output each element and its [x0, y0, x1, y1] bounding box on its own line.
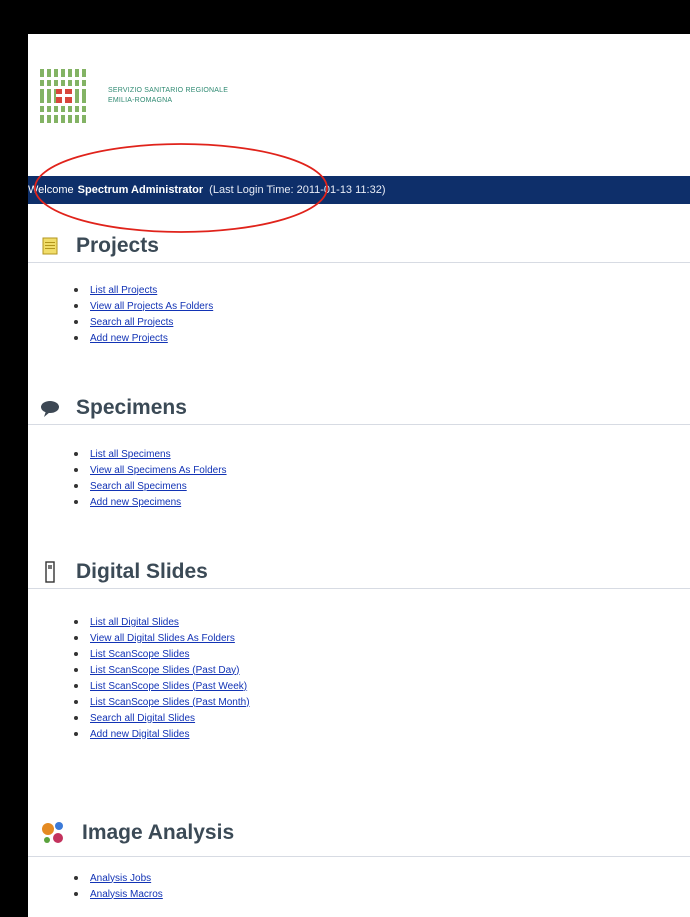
bullet-icon	[74, 484, 78, 488]
link-scanscope-past-month[interactable]: List ScanScope Slides (Past Month)	[90, 697, 250, 708]
list-item: List all Projects	[74, 282, 213, 298]
section-header: Image Analysis	[28, 810, 690, 857]
bullet-icon	[74, 732, 78, 736]
list-item: View all Projects As Folders	[74, 298, 213, 314]
section-title: Specimens	[76, 396, 187, 419]
logo-line-2: EMILIA-ROMAGNA	[108, 97, 173, 104]
bullet-icon	[74, 716, 78, 720]
section-title: Digital Slides	[76, 560, 208, 583]
list-item: Analysis Jobs	[74, 870, 163, 886]
bullet-icon	[74, 892, 78, 896]
link-view-specimens-folders[interactable]: View all Specimens As Folders	[90, 465, 227, 476]
section-projects: Projects List all Projects View all Proj…	[28, 230, 690, 344]
bullet-icon	[74, 684, 78, 688]
list-item: View all Specimens As Folders	[74, 462, 227, 478]
bullet-icon	[74, 320, 78, 324]
link-list: List all Projects View all Projects As F…	[74, 282, 213, 346]
link-analysis-jobs[interactable]: Analysis Jobs	[90, 873, 151, 884]
bullet-icon	[74, 700, 78, 704]
slide-icon	[38, 560, 62, 584]
list-item: Add new Digital Slides	[74, 726, 250, 742]
molecule-icon	[38, 818, 68, 848]
link-add-specimens[interactable]: Add new Specimens	[90, 497, 181, 508]
link-search-specimens[interactable]: Search all Specimens	[90, 481, 187, 492]
section-header: Specimens	[28, 392, 690, 425]
link-view-slides-folders[interactable]: View all Digital Slides As Folders	[90, 633, 235, 644]
link-add-digital-slides[interactable]: Add new Digital Slides	[90, 729, 190, 740]
link-list-all-projects[interactable]: List all Projects	[90, 285, 157, 296]
list-item: List ScanScope Slides (Past Week)	[74, 678, 250, 694]
link-search-digital-slides[interactable]: Search all Digital Slides	[90, 713, 195, 724]
link-search-projects[interactable]: Search all Projects	[90, 317, 173, 328]
list-item: Search all Projects	[74, 314, 213, 330]
link-view-projects-folders[interactable]: View all Projects As Folders	[90, 301, 213, 312]
bullet-icon	[74, 620, 78, 624]
list-item: Search all Digital Slides	[74, 710, 250, 726]
section-header: Digital Slides	[28, 556, 690, 589]
bullet-icon	[74, 304, 78, 308]
link-list-digital-slides[interactable]: List all Digital Slides	[90, 617, 179, 628]
bullet-icon	[74, 652, 78, 656]
list-item: List ScanScope Slides (Past Day)	[74, 662, 250, 678]
speech-bubble-icon	[38, 396, 62, 420]
bullet-icon	[74, 876, 78, 880]
logo-line-1: SERVIZIO SANITARIO REGIONALE	[108, 87, 229, 94]
bullet-icon	[74, 500, 78, 504]
list-item: View all Digital Slides As Folders	[74, 630, 250, 646]
bullet-icon	[74, 636, 78, 640]
link-analysis-macros[interactable]: Analysis Macros	[90, 889, 163, 900]
section-header: Projects	[28, 230, 690, 263]
section-digital-slides: Digital Slides List all Digital Slides V…	[28, 556, 690, 740]
list-item: List ScanScope Slides	[74, 646, 250, 662]
ssr-logo-icon	[38, 67, 90, 125]
list-item: List all Specimens	[74, 446, 227, 462]
list-item: List ScanScope Slides (Past Month)	[74, 694, 250, 710]
list-item: Add new Projects	[74, 330, 213, 346]
section-title: Projects	[76, 234, 159, 257]
link-scanscope-past-day[interactable]: List ScanScope Slides (Past Day)	[90, 665, 240, 676]
section-title: Image Analysis	[82, 821, 235, 844]
notepad-icon	[38, 234, 62, 258]
link-list-specimens[interactable]: List all Specimens	[90, 449, 171, 460]
link-scanscope-past-week[interactable]: List ScanScope Slides (Past Week)	[90, 681, 247, 692]
logo: SERVIZIO SANITARIO REGIONALE EMILIA-ROMA…	[38, 67, 228, 125]
bullet-icon	[74, 336, 78, 340]
bullet-icon	[74, 468, 78, 472]
link-add-projects[interactable]: Add new Projects	[90, 333, 168, 344]
logo-text: SERVIZIO SANITARIO REGIONALE EMILIA-ROMA…	[108, 86, 228, 106]
section-specimens: Specimens List all Specimens View all Sp…	[28, 392, 690, 508]
link-list: Analysis Jobs Analysis Macros	[74, 870, 163, 902]
link-list: List all Specimens View all Specimens As…	[74, 446, 227, 510]
annotation-ellipse	[34, 143, 328, 233]
bullet-icon	[74, 452, 78, 456]
page: SERVIZIO SANITARIO REGIONALE EMILIA-ROMA…	[28, 34, 690, 917]
section-image-analysis: Image Analysis Analysis Jobs Analysis Ma…	[28, 810, 690, 900]
list-item: Search all Specimens	[74, 478, 227, 494]
list-item: Add new Specimens	[74, 494, 227, 510]
link-list: List all Digital Slides View all Digital…	[74, 614, 250, 742]
bullet-icon	[74, 288, 78, 292]
bullet-icon	[74, 668, 78, 672]
list-item: List all Digital Slides	[74, 614, 250, 630]
list-item: Analysis Macros	[74, 886, 163, 902]
link-list-scanscope-slides[interactable]: List ScanScope Slides	[90, 649, 190, 660]
